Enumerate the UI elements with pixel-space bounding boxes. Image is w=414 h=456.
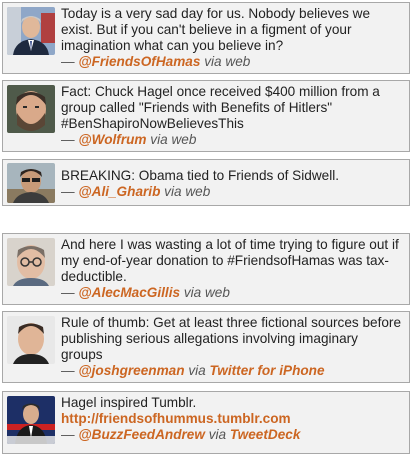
tweet-text: BREAKING: Obama tied to Friends of Sidwe… xyxy=(61,168,340,183)
avatar[interactable] xyxy=(7,396,55,444)
tweet-meta: — @Ali_Gharib via web xyxy=(61,184,403,200)
tweet-content: BREAKING: Obama tied to Friends of Sidwe… xyxy=(61,168,403,200)
avatar-man-short-hair-icon xyxy=(7,316,55,364)
author-handle[interactable]: @Wolfrum xyxy=(78,132,146,147)
avatar[interactable] xyxy=(7,7,55,55)
tweet-text: Rule of thumb: Get at least three fictio… xyxy=(61,315,402,362)
tweet-content: Today is a very sad day for us. Nobody b… xyxy=(61,6,403,70)
tweet-card: Fact: Chuck Hagel once received $400 mil… xyxy=(2,80,410,152)
tweet-link[interactable]: http://friendsofhummus.tumblr.com xyxy=(61,411,291,426)
avatar[interactable] xyxy=(7,238,55,286)
tweet-meta: — @BuzzFeedAndrew via TweetDeck xyxy=(61,427,403,443)
avatar-gray-hair-man-suit-icon xyxy=(7,7,55,55)
tweet-text: And here I was wasting a lot of time try… xyxy=(61,237,399,284)
meta-dash: — xyxy=(61,427,75,442)
tweet-card: And here I was wasting a lot of time try… xyxy=(2,233,410,305)
meta-dash: — xyxy=(61,132,75,147)
meta-dash: — xyxy=(61,184,75,199)
tweet-content: Fact: Chuck Hagel once received $400 mil… xyxy=(61,84,403,148)
avatar[interactable] xyxy=(7,163,55,203)
author-handle[interactable]: @BuzzFeedAndrew xyxy=(78,427,205,442)
avatar-man-sunglasses-icon xyxy=(7,163,55,203)
via-label: via xyxy=(150,132,168,147)
tweet-card: Rule of thumb: Get at least three fictio… xyxy=(2,311,410,383)
client-name: web xyxy=(185,184,211,199)
tweet-card: Hagel inspired Tumblr. http://friendsofh… xyxy=(2,391,410,454)
author-handle[interactable]: @FriendsOfHamas xyxy=(78,54,200,69)
tweet-text: Fact: Chuck Hagel once received $400 mil… xyxy=(61,84,380,131)
meta-dash: — xyxy=(61,363,75,378)
tweet-meta: — @FriendsOfHamas via web xyxy=(61,54,403,70)
client-name: web xyxy=(225,54,251,69)
tweet-feed: Today is a very sad day for us. Nobody b… xyxy=(0,0,414,456)
author-handle[interactable]: @Ali_Gharib xyxy=(78,184,160,199)
via-label: via xyxy=(164,184,182,199)
tweet-text: Hagel inspired Tumblr. xyxy=(61,395,197,410)
tweet-content: Rule of thumb: Get at least three fictio… xyxy=(61,315,403,379)
client-name: web xyxy=(171,132,197,147)
tweet-card: Today is a very sad day for us. Nobody b… xyxy=(2,2,410,74)
avatar-news-anchor-icon xyxy=(7,396,55,444)
tweet-meta: — @AlecMacGillis via web xyxy=(61,285,403,301)
author-handle[interactable]: @joshgreenman xyxy=(78,363,184,378)
tweet-meta: — @Wolfrum via web xyxy=(61,132,403,148)
via-label: via xyxy=(188,363,206,378)
via-label: via xyxy=(208,427,227,442)
tweet-content: Hagel inspired Tumblr. http://friendsofh… xyxy=(61,395,403,443)
client-name[interactable]: Twitter for iPhone xyxy=(210,363,325,378)
tweet-link-row: http://friendsofhummus.tumblr.com xyxy=(61,411,403,427)
tweet-card: BREAKING: Obama tied to Friends of Sidwe… xyxy=(2,159,410,206)
avatar-man-glasses-icon xyxy=(7,238,55,286)
client-name[interactable]: TweetDeck xyxy=(230,427,301,442)
author-handle[interactable]: @AlecMacGillis xyxy=(78,285,180,300)
meta-dash: — xyxy=(61,285,75,300)
tweet-text: Today is a very sad day for us. Nobody b… xyxy=(61,6,371,53)
avatar[interactable] xyxy=(7,316,55,364)
avatar-bearded-man-icon xyxy=(7,85,55,133)
tweet-content: And here I was wasting a lot of time try… xyxy=(61,237,403,301)
client-name: web xyxy=(204,285,230,300)
via-label: via xyxy=(183,285,202,300)
meta-dash: — xyxy=(61,54,75,69)
via-label: via xyxy=(204,54,222,69)
tweet-meta: — @joshgreenman via Twitter for iPhone xyxy=(61,363,403,379)
avatar[interactable] xyxy=(7,85,55,133)
